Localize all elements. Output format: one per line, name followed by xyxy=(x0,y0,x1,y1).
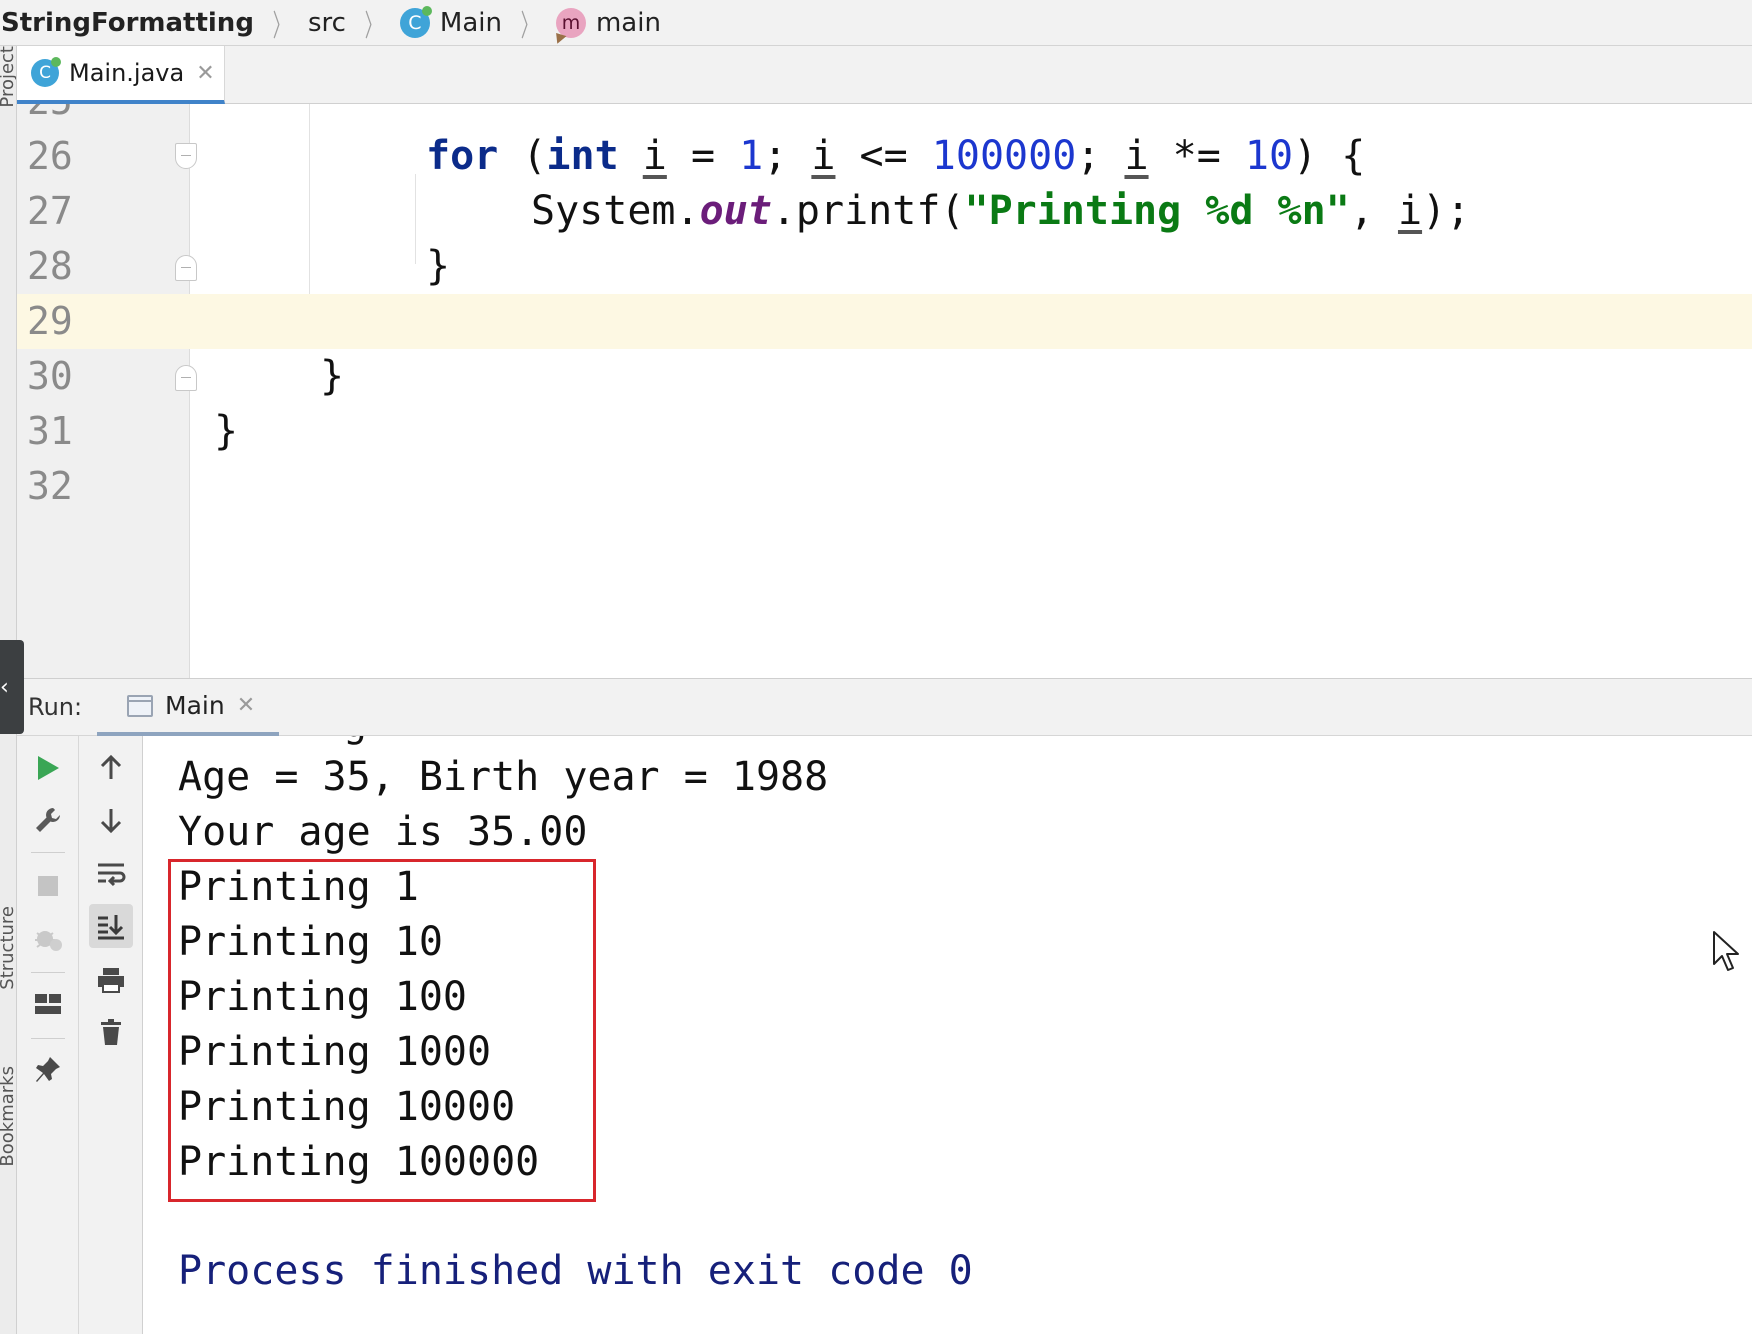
method-icon: m xyxy=(555,7,586,38)
code-line: 26 for (int i = 1; i <= 100000; i *= 10)… xyxy=(17,129,1752,184)
breadcrumb-class-label: Main xyxy=(439,7,502,38)
code-line: 31 } xyxy=(17,404,1752,459)
project-tool-window-label[interactable]: Project xyxy=(0,46,16,108)
breadcrumb-src[interactable]: src xyxy=(304,8,350,38)
arrow-down-icon[interactable] xyxy=(89,798,133,842)
run-panel-header: Run: Main ✕ xyxy=(17,678,1752,737)
line-number: 26 xyxy=(27,134,73,178)
print-icon[interactable] xyxy=(89,958,133,1002)
code-text: for (int i = 1; i <= 100000; i *= 10) { xyxy=(426,133,1366,179)
clipped-text-line: g xyxy=(343,736,367,746)
toolbar-separator xyxy=(31,1038,65,1039)
arrow-up-icon[interactable] xyxy=(89,746,133,790)
fold-marker[interactable] xyxy=(175,365,197,391)
code-text: } xyxy=(214,408,239,454)
class-icon: C xyxy=(399,5,432,38)
trash-icon[interactable] xyxy=(89,1010,133,1054)
code-line: 25 xyxy=(17,104,1752,129)
line-number: 30 xyxy=(27,354,73,398)
line-number: 27 xyxy=(27,189,73,233)
highlight-annotation-box xyxy=(168,859,596,1202)
debug-icon[interactable] xyxy=(26,916,70,960)
breadcrumb-project[interactable]: StringFormatting xyxy=(0,8,258,38)
toolbar-separator xyxy=(31,972,65,973)
line-number: 31 xyxy=(27,409,73,453)
tab-label: Main.java xyxy=(69,59,185,87)
line-number: 25 xyxy=(27,104,73,129)
console-icon xyxy=(127,694,153,717)
console-line: Your age is 35.00 xyxy=(178,809,588,855)
chevron-left-icon: ‹ xyxy=(0,674,9,700)
run-icon[interactable] xyxy=(26,746,70,790)
line-number: 32 xyxy=(27,464,73,508)
line-number: 28 xyxy=(27,244,73,288)
close-icon[interactable]: ✕ xyxy=(196,61,214,86)
breadcrumb-separator: 〉 xyxy=(364,8,382,44)
console-line: Age = 35, Birth year = 1988 xyxy=(178,754,829,800)
code-line: 30 } xyxy=(17,349,1752,404)
process-exit-message: Process finished with exit code 0 xyxy=(178,1248,973,1294)
bookmarks-tool-window-label[interactable]: Bookmarks xyxy=(0,1066,16,1167)
breadcrumb-separator: 〉 xyxy=(520,8,538,44)
console-output[interactable]: g Age = 35, Birth year = 1988 Your age i… xyxy=(143,736,1752,1334)
run-toolbar-secondary xyxy=(79,736,143,1334)
scroll-to-end-icon[interactable] xyxy=(89,904,133,948)
class-icon: C xyxy=(31,57,61,87)
pin-icon[interactable] xyxy=(26,1048,70,1092)
toolbar-separator xyxy=(31,852,65,853)
tab-run-main[interactable]: Main ✕ xyxy=(97,679,279,737)
editor-tab-bar: C Main.java ✕ xyxy=(17,46,1752,104)
breadcrumb-separator: 〉 xyxy=(272,8,290,44)
collapse-panel-button[interactable]: ‹ xyxy=(0,640,24,734)
fold-marker[interactable] xyxy=(175,255,197,281)
fold-marker[interactable] xyxy=(175,143,197,169)
run-toolbar-primary xyxy=(17,736,79,1334)
run-label: Run: xyxy=(28,693,83,721)
code-line: 27 System.out.printf("Printing %d %n", i… xyxy=(17,184,1752,239)
code-text: } xyxy=(320,353,345,399)
wrench-icon[interactable] xyxy=(26,798,70,842)
tab-main-java[interactable]: C Main.java ✕ xyxy=(17,46,225,104)
code-line: 28 } xyxy=(17,239,1752,294)
code-text: } xyxy=(426,243,451,289)
stop-icon[interactable] xyxy=(26,864,70,908)
code-text: System.out.printf("Printing %d %n", i); xyxy=(531,188,1471,234)
code-line: 32 xyxy=(17,459,1752,514)
code-editor[interactable]: 25 26 for (int i = 1; i <= 100000; i *= … xyxy=(17,104,1752,678)
close-icon[interactable]: ✕ xyxy=(237,693,255,718)
code-line-current: 29 xyxy=(17,294,1752,349)
breadcrumb: StringFormatting 〉 src 〉 C Main 〉 m main xyxy=(0,0,1752,46)
breadcrumb-class[interactable]: C Main xyxy=(396,5,506,38)
layout-icon[interactable] xyxy=(26,982,70,1026)
line-number: 29 xyxy=(27,299,73,343)
breadcrumb-method-label: main xyxy=(595,7,661,38)
run-tab-label: Main xyxy=(165,691,225,720)
breadcrumb-method[interactable]: m main xyxy=(552,7,665,38)
soft-wrap-icon[interactable] xyxy=(89,852,133,896)
mouse-pointer-icon xyxy=(1713,931,1739,971)
structure-tool-window-label[interactable]: Structure xyxy=(0,906,16,990)
